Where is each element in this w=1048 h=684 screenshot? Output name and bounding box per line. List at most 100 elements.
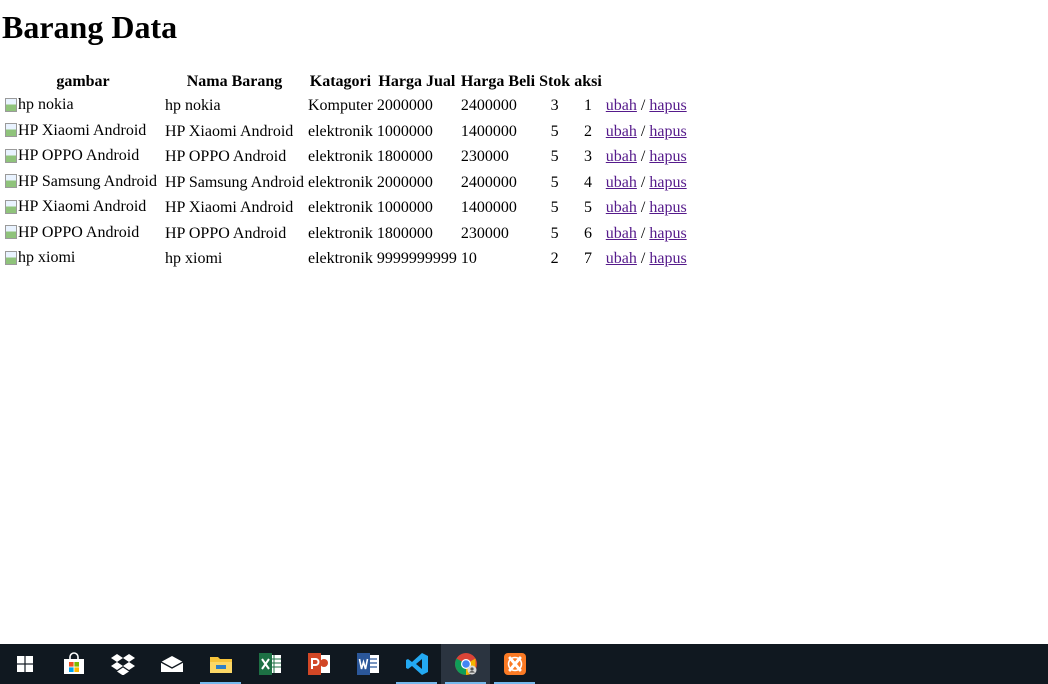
hapus-link[interactable]: hapus [649, 174, 686, 191]
header-katagori: Katagori [309, 73, 372, 90]
table-header-row: gambar Nama Barang Katagori Harga Jual H… [4, 71, 688, 92]
image-alt-text: HP Xiaomi Android [18, 121, 147, 139]
header-harga-beli: Harga Beli [460, 73, 536, 90]
cell-id: 6 [583, 224, 592, 242]
product-image: hp nokia [5, 95, 74, 114]
image-alt-text: hp nokia [18, 96, 74, 113]
cell-nama-barang: hp nokia [165, 97, 221, 115]
header-nama-barang: Nama Barang [186, 73, 283, 90]
hapus-link[interactable]: hapus [649, 225, 686, 242]
cell-aksi: ubah / hapus [605, 171, 688, 195]
image-alt-text: hp xiomi [18, 249, 76, 266]
action-separator: / [640, 224, 646, 242]
table-row: HP Samsung Android HP Samsung Android elek… [4, 171, 688, 195]
cell-nama-barang: HP Xiaomi Android [165, 122, 294, 140]
action-separator: / [640, 122, 646, 140]
ubah-link[interactable]: ubah [606, 225, 637, 242]
ubah-link[interactable]: ubah [606, 123, 637, 140]
hapus-link[interactable]: hapus [649, 148, 686, 165]
cell-gambar: HP OPPO Android [4, 145, 162, 169]
cell-katagori: elektronik [307, 224, 373, 242]
taskbar-dropbox[interactable] [98, 644, 147, 684]
taskbar-word[interactable] [343, 644, 392, 684]
ubah-link[interactable]: ubah [606, 250, 637, 267]
image-alt-text: HP OPPO Android [18, 147, 140, 164]
header-stok: Stok [539, 73, 571, 90]
ubah-link[interactable]: ubah [606, 97, 637, 114]
chrome-icon [454, 653, 477, 675]
taskbar [0, 644, 1048, 684]
cell-gambar: hp xiomi [4, 247, 162, 271]
action-separator: / [640, 148, 646, 166]
product-image: HP Xiaomi Android [5, 121, 146, 140]
cell-stok: 5 [550, 224, 559, 242]
cell-katagori: elektronik [307, 122, 373, 140]
action-separator: / [640, 97, 646, 115]
cell-aksi: ubah / hapus [605, 120, 688, 144]
cell-harga-beli: 230000 [460, 224, 509, 242]
cell-harga-beli: 1400000 [460, 122, 517, 140]
cell-nama-barang: HP Samsung Android [165, 173, 304, 191]
start-button[interactable] [0, 644, 49, 684]
cell-stok: 5 [550, 173, 559, 191]
file-explorer-icon [209, 657, 232, 673]
table-row: hp xiomi hp xiomi elektronik 9999999999 10 2 7… [4, 247, 688, 271]
microsoft-store-icon [63, 652, 84, 674]
ubah-link[interactable]: ubah [606, 199, 637, 216]
image-alt-text: HP OPPO Android [18, 223, 140, 241]
table-row: HP Xiaomi Android HP Xiaomi Android elektr… [4, 120, 688, 144]
ubah-link[interactable]: ubah [606, 174, 637, 191]
taskbar-file-explorer[interactable] [196, 644, 245, 684]
cell-harga-jual: 1000000 [376, 122, 433, 140]
taskbar-chrome[interactable] [441, 644, 490, 684]
mail-icon [160, 656, 183, 672]
product-image: HP Xiaomi Android [5, 197, 146, 216]
taskbar-powerpoint[interactable] [294, 644, 343, 684]
barang-table: gambar Nama Barang Katagori Harga Jual H… [2, 69, 690, 273]
ubah-link[interactable]: ubah [606, 148, 637, 165]
taskbar-store[interactable] [49, 644, 98, 684]
broken-image-icon [5, 250, 17, 265]
cell-id: 7 [583, 250, 592, 268]
cell-stok: 2 [550, 250, 559, 268]
cell-harga-jual: 2000000 [376, 97, 433, 115]
cell-id: 3 [583, 148, 592, 166]
vscode-icon [405, 653, 428, 675]
cell-stok: 5 [550, 148, 559, 166]
product-image: HP OPPO Android [5, 146, 139, 165]
header-aksi: aksi [574, 73, 602, 90]
powerpoint-icon [307, 653, 330, 675]
cell-aksi: ubah / hapus [605, 196, 688, 220]
cell-id: 1 [583, 97, 592, 115]
cell-harga-jual: 1800000 [376, 224, 433, 242]
cell-id: 5 [583, 199, 592, 217]
taskbar-xampp[interactable] [490, 644, 539, 684]
table-row: hp nokia hp nokia Komputer 2000000 2400000 3 1… [4, 94, 688, 118]
broken-image-icon [5, 174, 17, 188]
excel-icon [258, 653, 281, 675]
cell-nama-barang: HP OPPO Android [165, 148, 287, 166]
table-row: HP OPPO Android HP OPPO Android elektronik… [4, 222, 688, 246]
cell-aksi: ubah / hapus [605, 247, 688, 271]
cell-nama-barang: HP OPPO Android [165, 224, 287, 242]
cell-gambar: HP Xiaomi Android [4, 120, 162, 144]
cell-stok: 5 [550, 122, 559, 140]
hapus-link[interactable]: hapus [649, 97, 686, 114]
action-separator: / [640, 173, 646, 191]
cell-katagori: elektronik [307, 148, 373, 166]
cell-aksi: ubah / hapus [605, 94, 688, 118]
dropbox-icon [110, 654, 135, 675]
cell-harga-beli: 2400000 [460, 97, 517, 115]
cell-nama-barang: hp xiomi [165, 250, 223, 268]
table-row: HP OPPO Android HP OPPO Android elektronik… [4, 145, 688, 169]
taskbar-vscode[interactable] [392, 644, 441, 684]
windows-start-icon [16, 656, 33, 672]
hapus-link[interactable]: hapus [649, 123, 686, 140]
broken-image-icon [5, 199, 17, 214]
hapus-link[interactable]: hapus [649, 250, 686, 267]
taskbar-mail[interactable] [147, 644, 196, 684]
taskbar-excel[interactable] [245, 644, 294, 684]
header-harga-jual: Harga Jual [378, 73, 456, 90]
cell-gambar: HP Xiaomi Android [4, 196, 162, 220]
hapus-link[interactable]: hapus [649, 199, 686, 216]
